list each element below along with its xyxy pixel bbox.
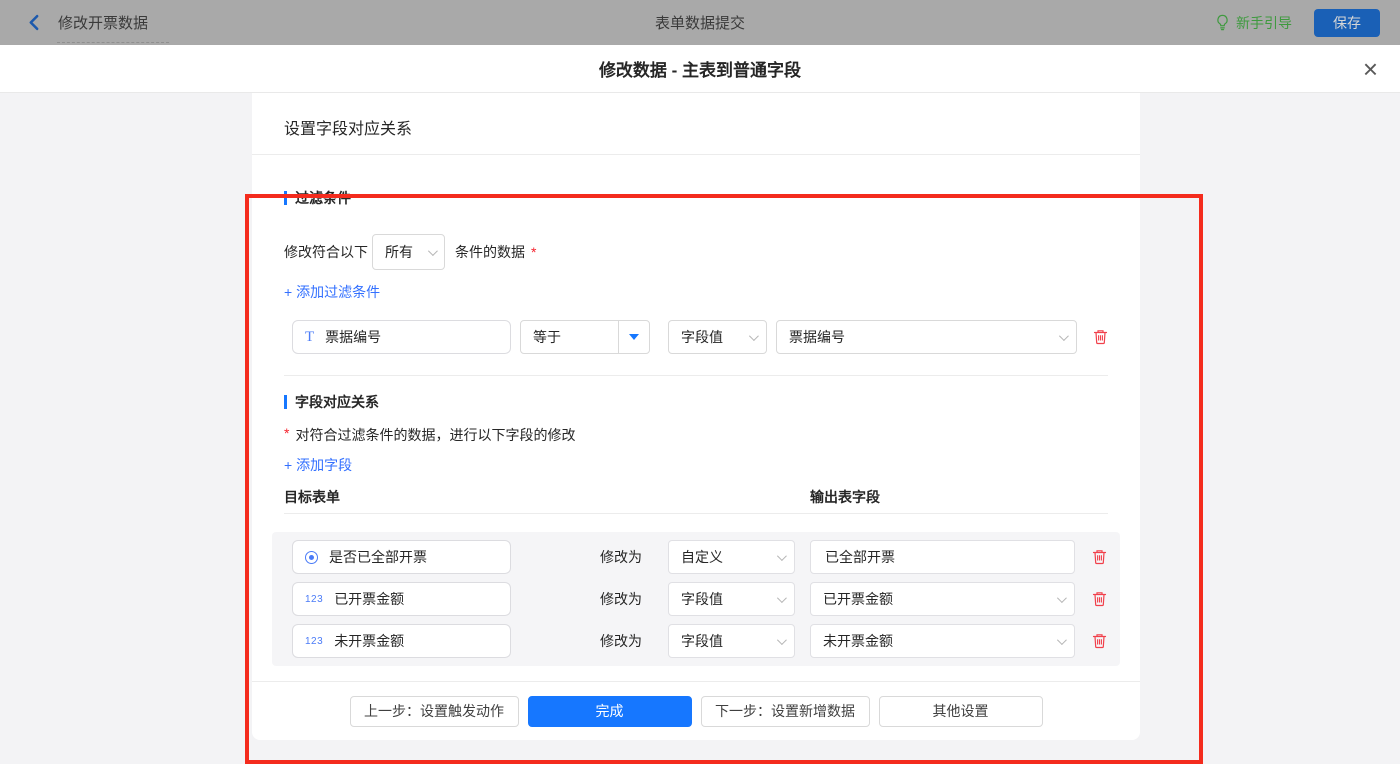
back-icon[interactable] — [26, 14, 43, 31]
save-button[interactable]: 保存 — [1314, 9, 1380, 37]
other-settings-button[interactable]: 其他设置 — [879, 696, 1043, 727]
modify-type-value: 字段值 — [681, 589, 723, 609]
lightbulb-icon — [1215, 14, 1230, 31]
modify-label: 修改为 — [600, 589, 642, 609]
add-filter-condition-link[interactable]: + 添加过滤条件 — [284, 282, 380, 302]
delete-condition-button[interactable] — [1093, 329, 1108, 345]
modify-value-text: 已全部开票 — [825, 547, 895, 567]
match-mode-select[interactable]: 所有 — [372, 234, 445, 270]
headers-divider — [284, 513, 1108, 514]
section-bar-icon — [284, 191, 287, 205]
caret-down-icon — [629, 334, 639, 340]
topbar-center-title: 表单数据提交 — [0, 12, 1400, 33]
topbar: 修改开票数据 表单数据提交 新手引导 保存 — [0, 0, 1400, 45]
target-field-name: 已开票金额 — [334, 589, 404, 609]
mapping-description: * 对符合过滤条件的数据，进行以下字段的修改 — [284, 425, 1108, 445]
section-divider — [284, 375, 1108, 376]
section-bar-icon — [284, 395, 287, 409]
radio-icon — [305, 551, 318, 564]
page: 修改开票数据 表单数据提交 新手引导 保存 修改数据 - 主表到普通字段 × 设… — [0, 0, 1400, 755]
mapping-row: 123 未开票金额 修改为 字段值 未开票金额 — [292, 624, 1120, 658]
modify-value-text: 未开票金额 — [823, 631, 893, 651]
filter-condition-row: T 票据编号 等于 字段值 票据编号 — [292, 320, 1108, 354]
modify-type-value: 自定义 — [681, 547, 723, 567]
operator-value: 等于 — [521, 327, 561, 347]
topbar-left: 修改开票数据 — [0, 12, 148, 33]
number-icon: 123 — [305, 636, 323, 647]
panel-header-title: 设置字段对应关系 — [252, 93, 1140, 155]
dialog-body: 设置字段对应关系 过滤条件 修改符合以下 所有 条件的数据 * — [0, 93, 1400, 755]
done-button[interactable]: 完成 — [528, 696, 692, 727]
modify-type-select[interactable]: 字段值 — [668, 582, 795, 616]
mapping-row: 123 已开票金额 修改为 字段值 已开票金额 — [292, 582, 1120, 616]
next-step-button[interactable]: 下一步：设置新增数据 — [701, 696, 870, 727]
filter-section-label: 过滤条件 — [295, 188, 351, 208]
modify-label: 修改为 — [600, 631, 642, 651]
value-field-value: 票据编号 — [789, 327, 845, 347]
settings-panel: 设置字段对应关系 过滤条件 修改符合以下 所有 条件的数据 * — [252, 93, 1140, 740]
mapping-section-label: 字段对应关系 — [295, 392, 379, 412]
operator-caret-zone[interactable] — [618, 321, 649, 353]
chevron-down-icon — [1057, 593, 1067, 603]
modify-value-select[interactable]: 已开票金额 — [810, 582, 1075, 616]
chevron-down-icon — [777, 551, 787, 561]
chevron-down-icon — [777, 593, 787, 603]
add-field-link[interactable]: + 添加字段 — [284, 455, 352, 475]
delete-row-button[interactable] — [1092, 633, 1107, 649]
modify-type-select[interactable]: 自定义 — [668, 540, 795, 574]
filter-field-value: 票据编号 — [325, 327, 381, 347]
modify-value-text: 已开票金额 — [823, 589, 893, 609]
panel-content: 过滤条件 修改符合以下 所有 条件的数据 * + 添加过滤条件 T — [252, 188, 1140, 666]
chevron-down-icon — [749, 331, 759, 341]
close-icon[interactable]: × — [1363, 56, 1378, 82]
chevron-down-icon — [777, 635, 787, 645]
target-field-name: 是否已全部开票 — [329, 547, 427, 567]
target-field-name: 未开票金额 — [334, 631, 404, 651]
title-dashed-underline — [57, 42, 169, 43]
mapping-description-text: 对符合过滤条件的数据，进行以下字段的修改 — [295, 425, 575, 445]
mapping-table-headers: 目标表单 输出表字段 — [284, 487, 1108, 507]
delete-row-button[interactable] — [1092, 591, 1107, 607]
dialog-header: 修改数据 - 主表到普通字段 × — [0, 45, 1400, 93]
modify-value-select[interactable]: 未开票金额 — [810, 624, 1075, 658]
prev-step-button[interactable]: 上一步：设置触发动作 — [350, 696, 519, 727]
value-type-select[interactable]: 字段值 — [668, 320, 767, 354]
column-target-form: 目标表单 — [284, 489, 340, 505]
mapping-section-title: 字段对应关系 — [284, 392, 1108, 412]
operator-select[interactable]: 等于 — [520, 320, 650, 354]
value-type-value: 字段值 — [681, 327, 723, 347]
modify-label: 修改为 — [600, 547, 642, 567]
match-suffix-label: 条件的数据 — [455, 242, 525, 262]
target-field-box[interactable]: 123 未开票金额 — [292, 624, 511, 658]
match-prefix-label: 修改符合以下 — [284, 242, 368, 262]
chevron-down-icon — [428, 246, 438, 256]
text-field-icon: T — [305, 330, 314, 345]
modify-type-value: 字段值 — [681, 631, 723, 651]
target-field-box[interactable]: 是否已全部开票 — [292, 540, 511, 574]
guide-label: 新手引导 — [1236, 13, 1292, 33]
delete-row-button[interactable] — [1092, 549, 1107, 565]
dialog-footer: 上一步：设置触发动作 完成 下一步：设置新增数据 其他设置 — [252, 681, 1140, 740]
beginner-guide-link[interactable]: 新手引导 — [1215, 13, 1292, 33]
modify-type-select[interactable]: 字段值 — [668, 624, 795, 658]
chevron-down-icon — [1059, 331, 1069, 341]
page-title: 修改开票数据 — [58, 12, 148, 33]
filter-field-input[interactable]: T 票据编号 — [292, 320, 511, 354]
dialog-title: 修改数据 - 主表到普通字段 — [599, 56, 801, 81]
column-output-field: 输出表字段 — [810, 487, 880, 507]
mapping-row: 是否已全部开票 修改为 自定义 已全部开票 — [292, 540, 1120, 574]
required-asterisk: * — [531, 244, 536, 260]
required-asterisk: * — [284, 425, 289, 441]
topbar-right: 新手引导 保存 — [1215, 0, 1380, 45]
filter-section-title: 过滤条件 — [284, 188, 1108, 208]
value-field-select[interactable]: 票据编号 — [776, 320, 1077, 354]
modify-value-input[interactable]: 已全部开票 — [810, 540, 1075, 574]
mapping-rows-container: 是否已全部开票 修改为 自定义 已全部开票 — [272, 532, 1120, 666]
match-mode-value: 所有 — [385, 242, 413, 262]
match-condition-row: 修改符合以下 所有 条件的数据 * — [284, 234, 1108, 270]
number-icon: 123 — [305, 594, 323, 605]
chevron-down-icon — [1057, 635, 1067, 645]
target-field-box[interactable]: 123 已开票金额 — [292, 582, 511, 616]
